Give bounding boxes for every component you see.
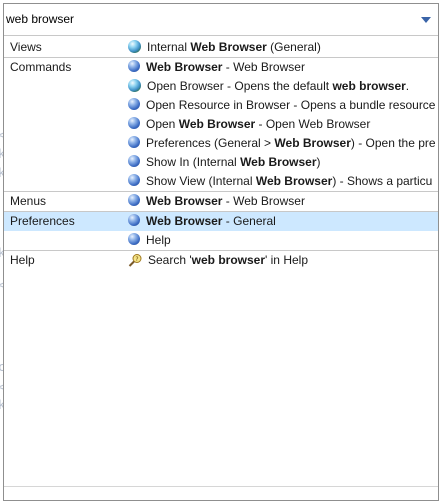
match-highlight: Web Browser	[240, 155, 317, 169]
category-label: Preferences	[10, 214, 75, 228]
help-search-icon: ?	[128, 253, 142, 267]
label-segment: (General)	[266, 40, 321, 54]
result-item[interactable]: Open Browser - Opens the default web bro…	[128, 77, 438, 96]
label-segment: )	[316, 155, 321, 169]
search-row	[4, 4, 438, 36]
label-segment: Show In (Internal	[146, 155, 241, 169]
label-segment: Search '	[148, 253, 192, 267]
result-item[interactable]: Internal Web Browser (General)	[128, 38, 438, 57]
result-label: Open Browser - Opens the default web bro…	[147, 77, 409, 96]
result-row[interactable]: Show In (Internal Web Browser)	[4, 153, 438, 172]
label-segment: Help	[146, 233, 171, 247]
result-item[interactable]: Show In (Internal Web Browser)	[128, 153, 438, 172]
label-segment: Internal	[147, 40, 191, 54]
result-row[interactable]: Commands Web Browser - Web Browser	[4, 58, 438, 77]
result-label: Show View (Internal Web Browser) - Shows…	[146, 172, 432, 191]
result-row[interactable]: Open Web Browser - Open Web Browser	[4, 115, 438, 134]
command-ball-icon	[128, 194, 140, 206]
match-highlight: Web Browser	[178, 117, 256, 131]
quick-access-popup: ViewsInternal Web Browser (General)Comma…	[3, 3, 439, 501]
globe-icon	[128, 40, 141, 53]
match-highlight: web browser	[191, 253, 266, 267]
match-highlight: Web Browser	[146, 60, 223, 74]
command-ball-icon	[128, 117, 140, 129]
match-highlight: web browser	[332, 79, 406, 93]
label-segment: Show View (Internal	[146, 174, 256, 188]
chevron-down-icon[interactable]	[421, 17, 431, 23]
match-highlight: Web Browser	[255, 174, 333, 188]
command-ball-icon	[128, 136, 140, 148]
result-label: Internal Web Browser (General)	[147, 38, 321, 57]
command-ball-icon	[128, 155, 140, 167]
match-highlight: Web Browser	[146, 194, 223, 208]
result-label: Web Browser - Web Browser	[146, 192, 305, 211]
svg-text:?: ?	[135, 256, 138, 263]
result-row[interactable]: Show View (Internal Web Browser) - Shows…	[4, 172, 438, 191]
result-row[interactable]: Help	[4, 231, 438, 250]
label-segment: - Web Browser	[222, 194, 305, 208]
result-item[interactable]: Web Browser - Web Browser	[128, 58, 438, 77]
globe-icon	[128, 79, 141, 92]
label-segment: Preferences (General >	[146, 136, 275, 150]
label-segment: .	[405, 79, 410, 93]
result-item[interactable]: ? Search 'web browser' in Help	[128, 251, 438, 270]
result-label: Open Resource in Browser - Opens a bundl…	[146, 96, 435, 115]
command-ball-icon	[128, 174, 140, 186]
preference-ball-icon	[128, 214, 140, 226]
bottom-divider	[4, 486, 438, 487]
result-item[interactable]: Help	[128, 231, 438, 250]
label-segment: ) - Open the pre	[350, 136, 436, 150]
category-label: Help	[10, 253, 35, 267]
category-label: Commands	[10, 60, 72, 74]
label-segment: ' in Help	[265, 253, 308, 267]
label-segment: - Web Browser	[222, 60, 305, 74]
result-label: Search 'web browser' in Help	[148, 251, 308, 270]
result-item[interactable]: Show View (Internal Web Browser) - Shows…	[128, 172, 438, 191]
label-segment: Open	[146, 117, 179, 131]
label-segment: - Open Web Browser	[255, 117, 371, 131]
result-label: Help	[146, 231, 171, 250]
results-list: Views Internal Web Browser (General) Comma…	[4, 38, 438, 270]
result-item[interactable]: Open Web Browser - Open Web Browser	[128, 115, 438, 134]
search-input[interactable]	[6, 10, 406, 28]
result-row[interactable]: Open Browser - Opens the default web bro…	[4, 77, 438, 96]
result-label: Web Browser - General	[146, 212, 276, 231]
result-row[interactable]: Menus Web Browser - Web Browser	[4, 192, 438, 211]
result-item[interactable]: Open Resource in Browser - Opens a bundl…	[128, 96, 438, 115]
result-label: Preferences (General > Web Browser) - Op…	[146, 134, 436, 153]
label-segment: Open Resource in Browser - Opens a bundl…	[146, 98, 436, 112]
match-highlight: Web Browser	[274, 136, 351, 150]
category-label: Menus	[10, 194, 47, 208]
result-label: Show In (Internal Web Browser)	[146, 153, 321, 172]
match-highlight: Web Browser	[190, 40, 267, 54]
result-row[interactable]: Preferences (General > Web Browser) - Op…	[4, 134, 438, 153]
result-row[interactable]: Open Resource in Browser - Opens a bundl…	[4, 96, 438, 115]
label-segment: ) - Shows a particu	[332, 174, 433, 188]
result-row[interactable]: Preferences Web Browser - General	[4, 212, 438, 231]
command-ball-icon	[128, 60, 140, 72]
label-segment: Open Browser - Opens the default	[147, 79, 333, 93]
match-highlight: Web Browser	[146, 214, 223, 228]
result-item[interactable]: Web Browser - Web Browser	[128, 192, 438, 211]
label-segment: - General	[222, 214, 276, 228]
result-label: Open Web Browser - Open Web Browser	[146, 115, 370, 134]
result-label: Web Browser - Web Browser	[146, 58, 305, 77]
result-row[interactable]: Help? Search 'web browser' in Help	[4, 251, 438, 270]
category-label: Views	[10, 40, 42, 54]
command-ball-icon	[128, 98, 140, 110]
preference-ball-icon	[128, 233, 140, 245]
result-row[interactable]: Views Internal Web Browser (General)	[4, 38, 438, 57]
result-item[interactable]: Web Browser - General	[128, 212, 438, 231]
result-item[interactable]: Preferences (General > Web Browser) - Op…	[128, 134, 438, 153]
